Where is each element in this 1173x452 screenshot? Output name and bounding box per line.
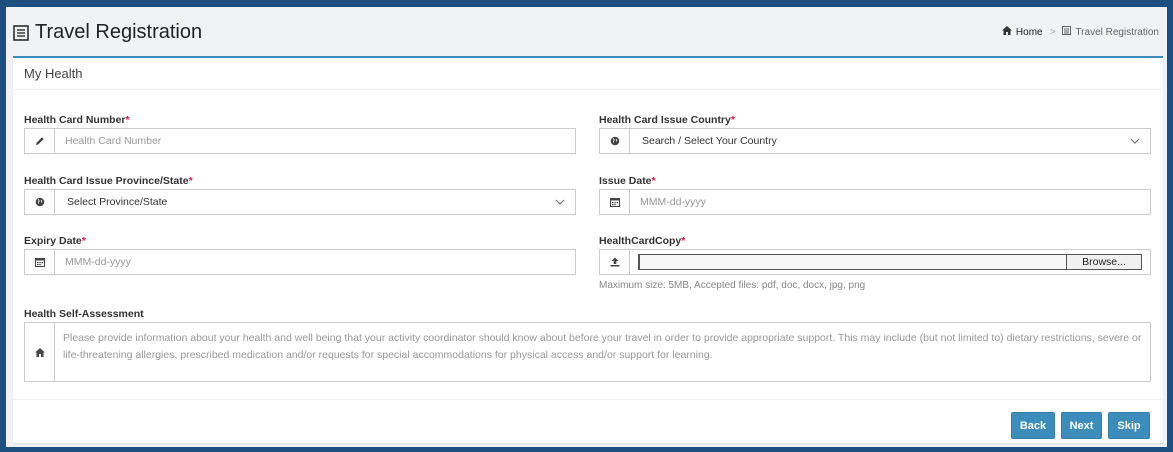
- page-header: Travel Registration Home > Travel Regist…: [6, 7, 1167, 57]
- chevron-down-icon: [1130, 136, 1140, 147]
- file-help-text: Maximum size: 5MB, Accepted files: pdf, …: [599, 280, 866, 291]
- back-button[interactable]: Back: [1011, 412, 1055, 439]
- list-icon: [1062, 26, 1072, 38]
- health-card-issue-province-field: Health Card Issue Province/State* Select…: [24, 175, 576, 215]
- file-input-wrapper: Browse...: [630, 250, 1150, 274]
- page-title-text: Travel Registration: [35, 20, 203, 43]
- calendar-icon[interactable]: [25, 250, 55, 274]
- health-card-issue-country-value[interactable]: Search / Select Your Country: [630, 129, 1150, 153]
- health-card-number-input[interactable]: [55, 129, 575, 153]
- page-title: Travel Registration: [13, 21, 202, 44]
- home-icon: [1001, 26, 1012, 38]
- issue-date-input[interactable]: [630, 190, 1150, 214]
- breadcrumb-home[interactable]: Home: [1016, 27, 1043, 38]
- issue-date-field: Issue Date*: [599, 175, 1151, 215]
- next-button[interactable]: Next: [1061, 412, 1102, 439]
- health-card-number-field: Health Card Number*: [24, 114, 576, 154]
- health-card-issue-country-field: Health Card Issue Country* Search / Sele…: [599, 114, 1151, 154]
- self-assessment-label: Health Self-Assessment: [24, 308, 144, 320]
- health-card-issue-province-value[interactable]: Select Province/State: [55, 190, 575, 214]
- upload-icon: [600, 250, 630, 274]
- breadcrumb-separator: >: [1049, 26, 1056, 38]
- browse-button[interactable]: Browse...: [1066, 254, 1142, 270]
- expiry-date-input[interactable]: [55, 250, 575, 274]
- health-card-issue-country-label: Health Card Issue Country*: [599, 114, 735, 126]
- health-card-copy-field: HealthCardCopy* Browse... Maximum size: …: [599, 235, 1151, 291]
- app-frame: Travel Registration Home > Travel Regist…: [6, 7, 1167, 447]
- health-card-number-group: [24, 128, 576, 154]
- globe-icon: [600, 129, 630, 153]
- form-footer: Back Next Skip: [13, 399, 1163, 445]
- expiry-date-group: [24, 249, 576, 275]
- list-icon: [13, 24, 29, 41]
- globe-icon: [25, 190, 55, 214]
- self-assessment-textarea[interactable]: [55, 323, 1150, 381]
- card-title: My Health: [13, 58, 1163, 90]
- home-icon: [25, 323, 55, 381]
- breadcrumb: Home > Travel Registration: [1001, 26, 1159, 38]
- health-card-issue-province-label: Health Card Issue Province/State*: [24, 175, 193, 187]
- health-card-copy-group: Browse...: [599, 249, 1151, 275]
- file-input[interactable]: Browse...: [638, 254, 1142, 270]
- expiry-date-field: Expiry Date*: [24, 235, 576, 275]
- self-assessment-group: [24, 322, 1151, 382]
- expiry-date-label: Expiry Date*: [24, 235, 86, 247]
- issue-date-label: Issue Date*: [599, 175, 656, 187]
- calendar-icon[interactable]: [600, 190, 630, 214]
- pencil-icon: [25, 129, 55, 153]
- health-card-number-label: Health Card Number*: [24, 114, 130, 126]
- issue-date-group: [599, 189, 1151, 215]
- health-card-issue-country-select[interactable]: Search / Select Your Country: [599, 128, 1151, 154]
- self-assessment-field: Health Self-Assessment: [24, 308, 1151, 382]
- health-card-panel: My Health Health Card Number* Health Car…: [13, 56, 1163, 443]
- health-card-issue-province-select[interactable]: Select Province/State: [24, 189, 576, 215]
- breadcrumb-current: Travel Registration: [1075, 26, 1159, 38]
- chevron-down-icon: [555, 197, 565, 208]
- health-card-copy-label: HealthCardCopy*: [599, 235, 686, 247]
- skip-button[interactable]: Skip: [1108, 412, 1150, 439]
